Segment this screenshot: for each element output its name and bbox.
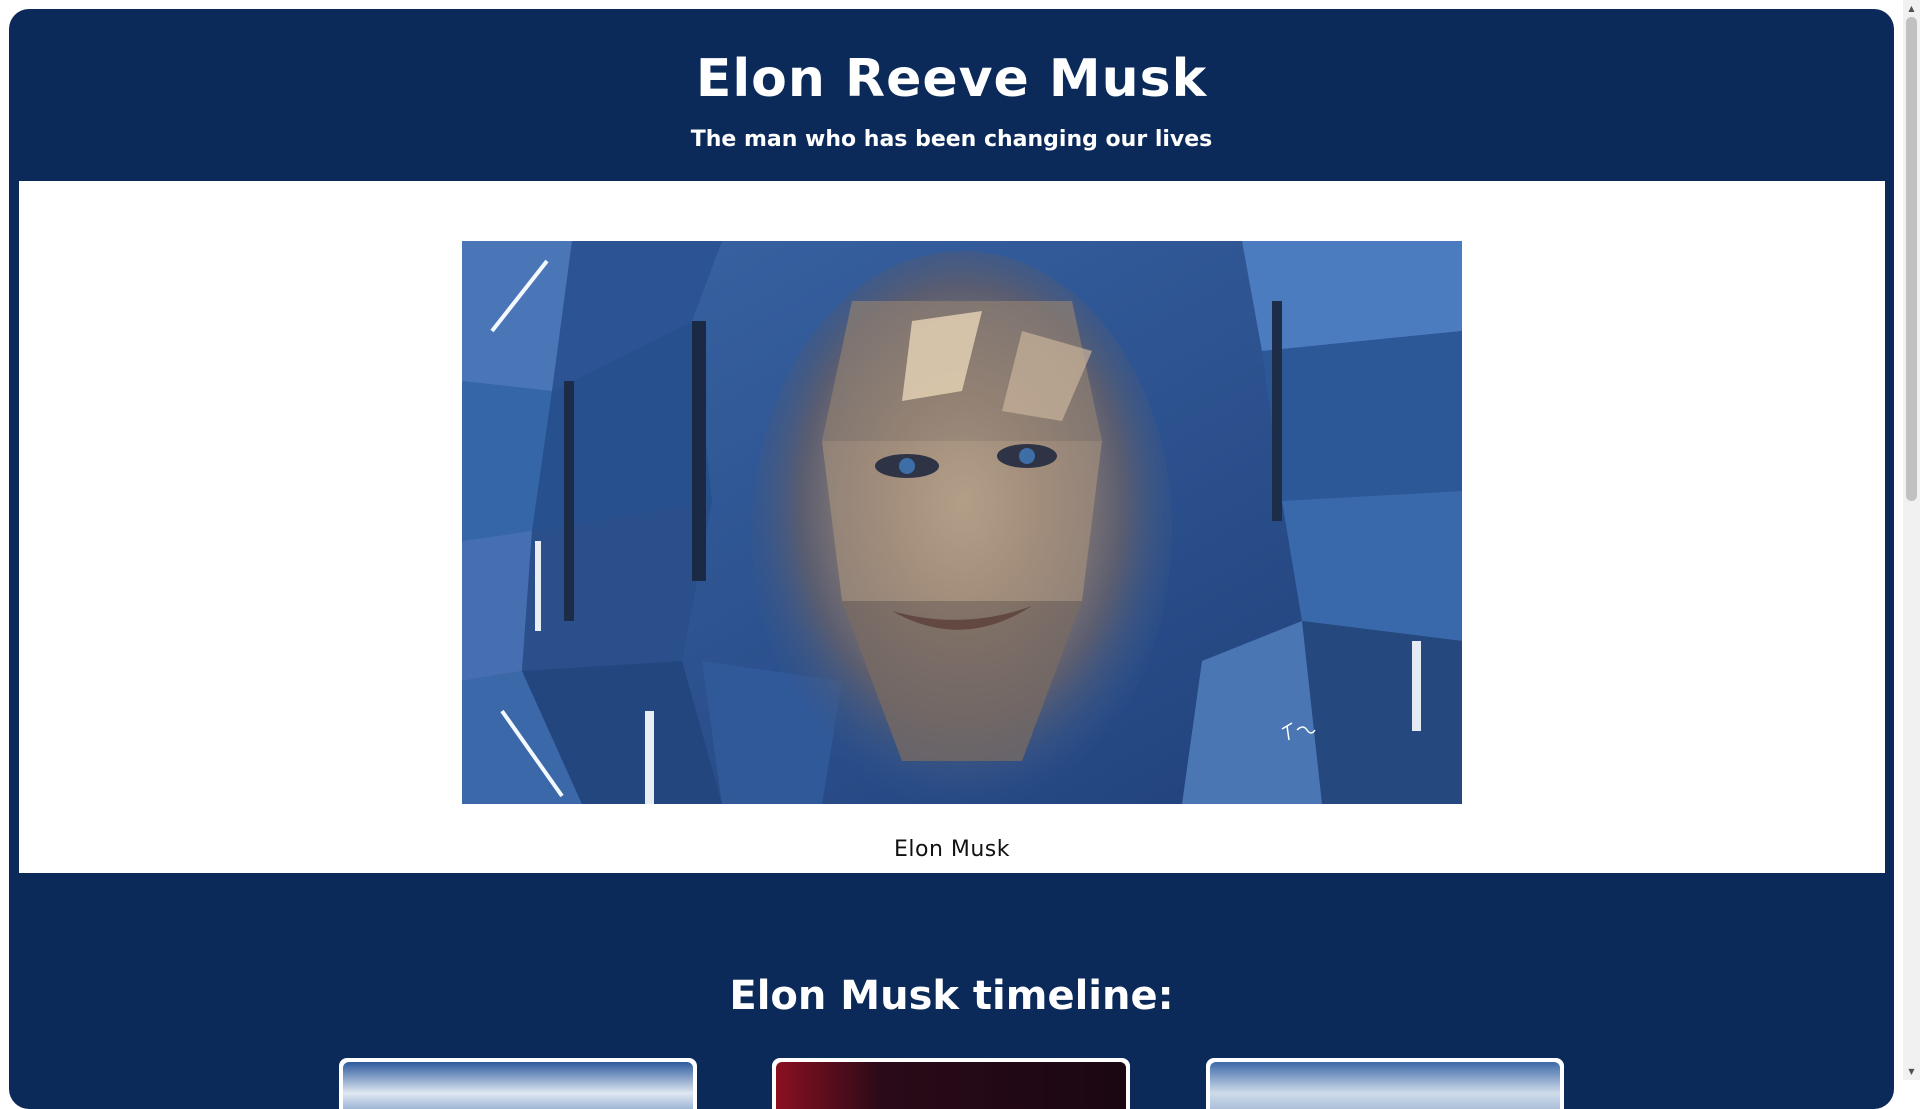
- timeline-heading: Elon Musk timeline:: [729, 973, 1174, 1019]
- page-title: Elon Reeve Musk: [695, 49, 1208, 109]
- vertical-scrollbar[interactable]: ▲ ▼: [1903, 0, 1920, 1080]
- page-subtitle: The man who has been changing our lives: [690, 127, 1213, 152]
- page-header: Elon Reeve Musk The man who has been cha…: [9, 9, 1894, 181]
- page-container: Elon Reeve Musk The man who has been cha…: [9, 9, 1894, 1109]
- launch-pad-photo: [1210, 1062, 1560, 1109]
- timeline-card[interactable]: [772, 1058, 1130, 1109]
- hero-figure: Elon Musk: [19, 181, 1885, 873]
- timeline-card[interactable]: [339, 1058, 697, 1109]
- timeline-card[interactable]: [1206, 1058, 1564, 1109]
- mosaic-portrait-image: [462, 241, 1462, 804]
- hero-caption: Elon Musk: [893, 837, 1011, 862]
- red-planet-photo: [776, 1062, 1126, 1109]
- rocket-launch-photo: [343, 1062, 693, 1109]
- scrollbar-thumb[interactable]: [1906, 17, 1917, 501]
- scroll-up-arrow-icon[interactable]: ▲: [1903, 0, 1920, 17]
- scroll-down-arrow-icon[interactable]: ▼: [1903, 1063, 1920, 1080]
